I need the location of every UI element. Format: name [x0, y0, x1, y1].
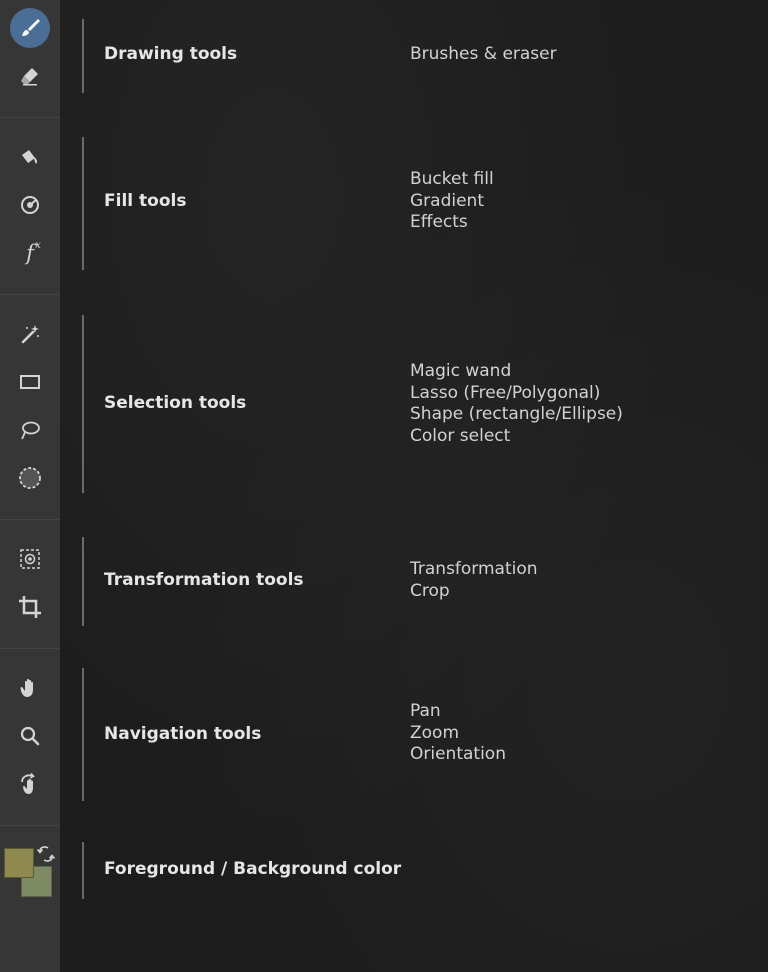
section-title-fill: Fill tools: [104, 191, 187, 211]
magic-wand-icon: [21, 325, 39, 344]
section-item: Zoom: [410, 722, 460, 743]
toolbar-divider: [0, 294, 60, 295]
section-divider: [82, 315, 84, 493]
swap-colors-icon: [36, 846, 56, 862]
section-item: Brushes & eraser: [410, 44, 557, 64]
section-divider: [82, 19, 84, 93]
section-item: Lasso (Free/Polygonal): [410, 382, 601, 403]
foreground-color-swatch[interactable]: [4, 848, 34, 878]
pan-hand-icon: [20, 678, 33, 697]
section-items-fill: Bucket fill Gradient Effects: [410, 169, 494, 234]
section-item: Pan: [410, 701, 441, 721]
section-item: Gradient: [410, 190, 484, 211]
orientation-tool[interactable]: [10, 764, 50, 804]
transform-icon: [20, 549, 40, 569]
rectangle-select-icon: [20, 375, 40, 389]
toolbar-divider: [0, 648, 60, 649]
section-divider: [82, 842, 84, 899]
magic-wand-tool[interactable]: [10, 314, 50, 354]
effects-icon-sup: x: [35, 239, 41, 251]
section-title-colors: Foreground / Background color: [104, 859, 402, 879]
section-title-drawing: Drawing tools: [104, 44, 238, 64]
section-items-transformation: Transformation Crop: [410, 559, 538, 602]
zoom-icon: [20, 726, 40, 746]
section-item: Effects: [410, 212, 468, 232]
crop-tool[interactable]: [10, 587, 50, 627]
effects-icon-label: f: [26, 240, 34, 265]
crop-icon: [19, 596, 41, 618]
section-item: Color select: [410, 425, 511, 446]
gradient-tool[interactable]: [10, 185, 50, 225]
pan-tool[interactable]: [10, 668, 50, 708]
eraser-tool[interactable]: [10, 56, 50, 96]
legend-canvas: [60, 0, 768, 972]
lasso-icon: [21, 421, 40, 440]
effects-tool[interactable]: fx: [10, 233, 50, 273]
brush-tool[interactable]: [10, 8, 50, 48]
section-item: Shape (rectangle/Ellipse): [410, 404, 623, 424]
bucket-fill-tool[interactable]: [10, 137, 50, 177]
section-item: Bucket fill: [410, 169, 494, 189]
swap-colors-button[interactable]: [36, 844, 56, 864]
section-divider: [82, 537, 84, 626]
section-divider: [82, 137, 84, 270]
rectangle-select-tool[interactable]: [10, 362, 50, 402]
section-item: Magic wand: [410, 361, 512, 381]
effects-icon: fx: [26, 240, 41, 265]
eraser-icon: [21, 68, 38, 86]
transform-tool[interactable]: [10, 539, 50, 579]
section-items-navigation: Pan Zoom Orientation: [410, 701, 506, 766]
section-title-navigation: Navigation tools: [104, 724, 262, 744]
section-items-selection: Magic wand Lasso (Free/Polygonal) Shape …: [410, 361, 623, 447]
section-item: Crop: [410, 580, 450, 601]
section-title-selection: Selection tools: [104, 393, 247, 413]
section-item: Orientation: [410, 744, 506, 764]
rotate-hand-icon: [21, 773, 35, 794]
ellipse-select-icon: [19, 467, 41, 489]
section-items-drawing: Brushes & eraser: [410, 44, 557, 66]
toolbar-divider: [0, 825, 60, 826]
brush-icon: [22, 19, 40, 36]
section-title-transformation: Transformation tools: [104, 570, 304, 590]
bucket-fill-icon: [22, 150, 38, 164]
toolbar-divider: [0, 519, 60, 520]
gradient-icon: [21, 196, 39, 214]
lasso-tool[interactable]: [10, 410, 50, 450]
zoom-tool[interactable]: [10, 716, 50, 756]
toolbar: fx: [0, 0, 60, 972]
toolbar-divider: [0, 117, 60, 118]
ellipse-select-tool[interactable]: [10, 458, 50, 498]
section-divider: [82, 668, 84, 801]
section-item: Transformation: [410, 559, 538, 579]
